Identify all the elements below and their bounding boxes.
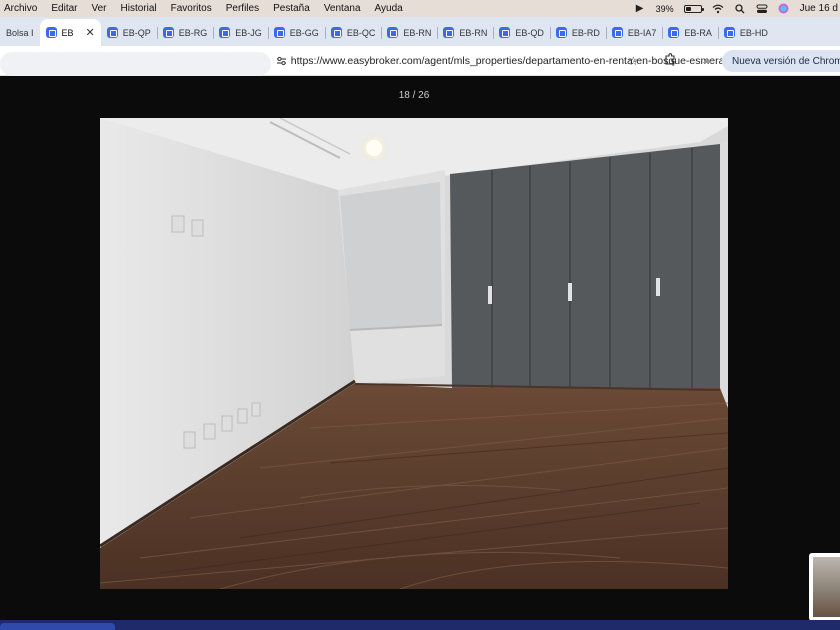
next-photo-thumbnail[interactable] [809, 553, 840, 621]
siri-icon[interactable] [778, 3, 790, 15]
menu-bar-date[interactable]: Jue 16 d [800, 0, 838, 17]
menu-ver[interactable]: Ver [84, 0, 113, 17]
menu-favoritos[interactable]: Favoritos [164, 0, 219, 17]
tab-7[interactable]: EB-RN [381, 19, 437, 46]
menu-pestana[interactable]: Pestaña [266, 0, 317, 17]
image-counter: 18 / 26 [398, 90, 430, 101]
tab-6[interactable]: EB-QC [324, 19, 382, 46]
dock-strip [0, 620, 840, 630]
menu-ventana[interactable]: Ventana [317, 0, 368, 17]
tab-label: EB-RN [403, 27, 432, 38]
wifi-icon[interactable] [712, 3, 724, 15]
tab-label: EB [61, 27, 74, 38]
easybroker-favicon-icon [668, 27, 680, 38]
tab-3[interactable]: EB-RG [156, 19, 214, 46]
easybroker-favicon-icon [387, 27, 399, 38]
tab-4[interactable]: EB-JG [213, 19, 268, 46]
menu-editar[interactable]: Editar [44, 0, 84, 17]
easybroker-favicon-icon [555, 27, 567, 38]
easybroker-favicon-icon [162, 27, 174, 38]
tab-label: EB-QP [122, 27, 151, 38]
tab-12[interactable]: EB-RA [662, 19, 718, 46]
battery-fill [685, 6, 692, 11]
easybroker-favicon-icon [219, 27, 231, 38]
tab-label: EB-RA [684, 27, 712, 38]
macos-menu-bar: Archivo Editar Ver Historial Favoritos P… [0, 0, 840, 17]
tab-1[interactable]: EB ✕ [39, 19, 101, 46]
easybroker-favicon-icon [443, 27, 455, 38]
tab-2[interactable]: EB-QP [101, 19, 157, 46]
tab-label: EB-GG [289, 27, 319, 38]
tab-8[interactable]: EB-RN [437, 19, 493, 46]
tab-strip: Bolsa I EB ✕ EB-QP EB-RG EB-JG EB-GG EB-QC EB-RN… [0, 17, 840, 46]
menu-ayuda[interactable]: Ayuda [368, 0, 410, 17]
star-icon[interactable]: ☆ [628, 54, 639, 68]
browser-toolbar: https://www.easybroker.com/agent/mls_pro… [0, 46, 840, 76]
tab-label: EB-RG [178, 27, 208, 38]
tab-label: EB-JG [235, 27, 262, 38]
easybroker-favicon-icon [45, 27, 57, 38]
tab-label: EB-HD [739, 27, 768, 38]
tab-5[interactable]: EB-GG [267, 19, 325, 46]
battery-icon[interactable] [683, 4, 704, 13]
play-icon[interactable]: ▶ [634, 3, 646, 15]
close-icon[interactable]: ✕ [86, 26, 95, 39]
search-icon[interactable] [734, 3, 746, 15]
easybroker-favicon-icon [611, 27, 623, 38]
tab-10[interactable]: EB-RD [549, 19, 606, 46]
menu-bar-status: ▶ 39% Jue 16 d [634, 0, 840, 17]
easybroker-favicon-icon [106, 27, 118, 38]
chrome-update-button[interactable]: Nueva versión de Chrome [722, 50, 840, 72]
tab-13[interactable]: EB-HD [717, 19, 774, 46]
site-info-icon[interactable] [276, 56, 287, 66]
closet-doors [450, 144, 720, 388]
control-center-icon[interactable] [756, 3, 768, 15]
easybroker-favicon-icon [330, 27, 342, 38]
window-blind [340, 182, 442, 330]
tab-label: EB-RD [571, 27, 600, 38]
tab-0[interactable]: Bolsa I [0, 19, 40, 46]
tab-11[interactable]: EB-IA7 [605, 19, 663, 46]
tab-label: EB-RN [459, 27, 488, 38]
easybroker-favicon-icon [723, 27, 735, 38]
easybroker-favicon-icon [273, 27, 285, 38]
image-viewer: 18 / 26 [0, 77, 840, 630]
menu-archivo[interactable]: Archivo [0, 0, 44, 17]
easybroker-favicon-icon [499, 27, 511, 38]
tab-9[interactable]: EB-QD [493, 19, 550, 46]
dock-indicator [0, 623, 115, 630]
tab-label: EB-QD [515, 27, 544, 38]
room-photo-illustration [100, 118, 728, 589]
extensions-icon[interactable] [664, 53, 676, 68]
omnibox[interactable] [0, 51, 271, 76]
thumbnail-image [813, 557, 840, 617]
menu-historial[interactable]: Historial [114, 0, 164, 17]
tab-label: Bolsa I [6, 27, 34, 38]
battery-percent: 39% [655, 3, 674, 14]
menu-perfiles[interactable]: Perfiles [219, 0, 266, 17]
tab-label: EB-IA7 [627, 27, 657, 38]
tab-label: EB-QC [346, 27, 376, 38]
property-photo[interactable] [100, 118, 728, 589]
cloud-icon: ☁ [702, 55, 712, 66]
